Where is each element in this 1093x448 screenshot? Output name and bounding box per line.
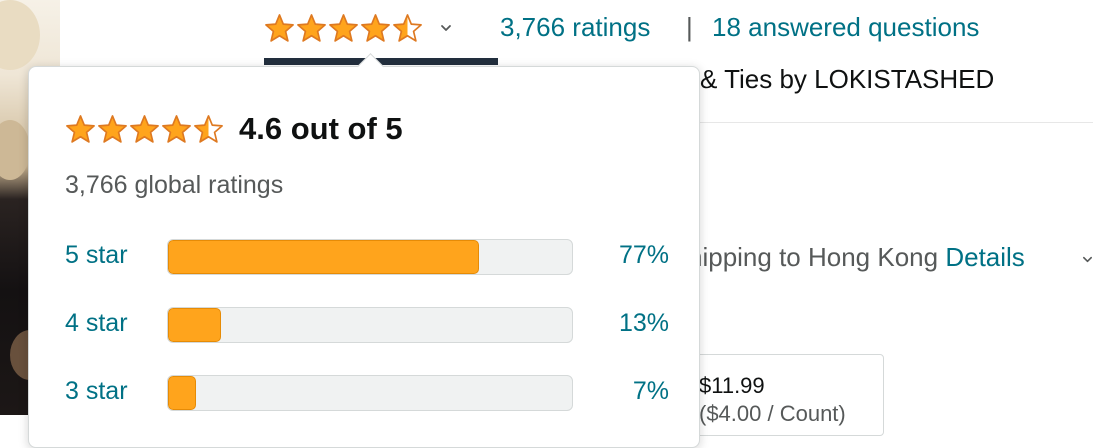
price-option[interactable]: $11.99 ($4.00 / Count) [688, 354, 884, 436]
histogram-bar[interactable] [167, 239, 573, 275]
star-full-icon [361, 13, 390, 42]
star-full-icon [98, 114, 127, 143]
star-half-icon [194, 114, 223, 143]
histogram-percent[interactable]: 77% [619, 241, 669, 270]
star-full-icon [162, 114, 191, 143]
star-full-icon [66, 114, 95, 143]
product-byline: & Ties by LOKISTASHED [700, 64, 995, 94]
rating-score: 4.6 out of 5 [239, 111, 403, 146]
answered-questions-link[interactable]: 18 answered questions [712, 12, 979, 43]
star-half-icon [393, 13, 422, 42]
star-full-icon [329, 13, 358, 42]
shipping-text: hipping to Hong Kong [688, 242, 939, 272]
star-rating-top [264, 13, 424, 44]
unit-price: ($4.00 / Count) [699, 401, 846, 426]
star-rating-popover [65, 114, 225, 145]
star-full-icon [130, 114, 159, 143]
global-ratings-count: 3,766 global ratings [65, 171, 284, 199]
histogram-row-5-star[interactable]: 5 star 77% [65, 237, 669, 279]
shipping-details-link[interactable]: Details [945, 242, 1024, 272]
histogram-label[interactable]: 4 star [65, 309, 128, 338]
rating-summary-trigger[interactable] [264, 6, 452, 50]
histogram-percent[interactable]: 13% [619, 309, 669, 338]
rating-popover: 4.6 out of 5 3,766 global ratings 5 star… [28, 53, 700, 448]
divider [700, 122, 1093, 123]
star-full-icon [265, 13, 294, 42]
chevron-down-icon [441, 25, 451, 31]
histogram-label[interactable]: 3 star [65, 377, 128, 406]
shipping-info: hipping to Hong Kong Details [688, 242, 1025, 273]
histogram-percent[interactable]: 7% [633, 377, 669, 406]
histogram-row-4-star[interactable]: 4 star 13% [65, 305, 669, 347]
chevron-down-icon[interactable] [1082, 254, 1093, 265]
popover-header: 4.6 out of 5 [65, 111, 403, 147]
histogram-label[interactable]: 5 star [65, 241, 128, 270]
star-full-icon [297, 13, 326, 42]
ratings-count-link[interactable]: 3,766 ratings [500, 12, 650, 43]
histogram-bar[interactable] [167, 375, 573, 411]
histogram-row-3-star[interactable]: 3 star 7% [65, 373, 669, 415]
histogram-bar-fill [168, 376, 197, 410]
histogram-bar-fill [168, 240, 480, 274]
histogram-bar[interactable] [167, 307, 573, 343]
histogram-bar-fill [168, 308, 221, 342]
price: $11.99 [699, 373, 765, 398]
separator: | [686, 12, 693, 42]
